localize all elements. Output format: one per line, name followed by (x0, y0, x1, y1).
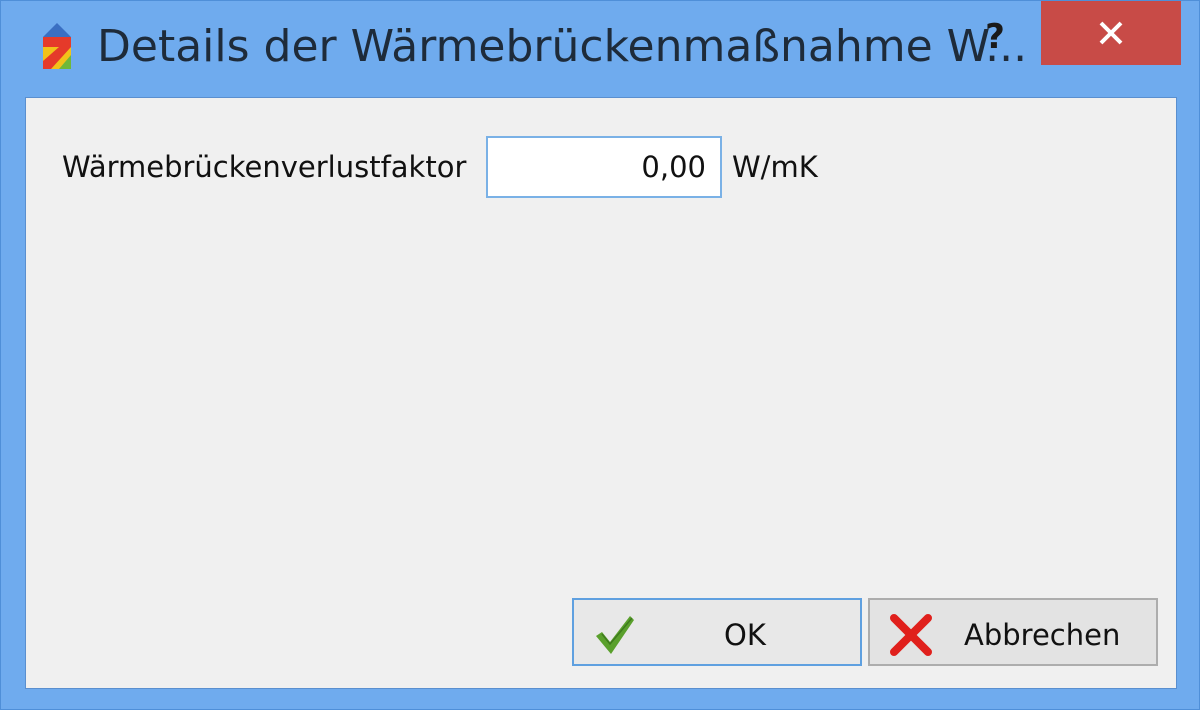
cross-icon (890, 614, 932, 656)
unit-label: W/mK (732, 150, 818, 184)
dialog-content: Wärmebrückenverlustfaktor W/mK OK Abbrec… (25, 97, 1177, 689)
title-bar[interactable]: Details der Wärmebrückenmaßnahme W... ? (1, 1, 1200, 97)
ok-button[interactable]: OK (572, 598, 862, 666)
close-button[interactable] (1041, 1, 1181, 65)
help-button[interactable]: ? (973, 15, 1017, 59)
dialog-window: Details der Wärmebrückenmaßnahme W... ? … (0, 0, 1200, 710)
app-logo-icon (43, 23, 71, 69)
factor-input[interactable] (486, 136, 722, 198)
close-icon (1099, 21, 1123, 45)
ok-button-label: OK (724, 618, 766, 652)
cancel-button-label: Abbrechen (964, 618, 1121, 652)
cancel-button[interactable]: Abbrechen (868, 598, 1158, 666)
factor-label: Wärmebrückenverlustfaktor (62, 150, 467, 184)
checkmark-icon (596, 616, 634, 654)
window-title: Details der Wärmebrückenmaßnahme W... (97, 21, 1028, 72)
